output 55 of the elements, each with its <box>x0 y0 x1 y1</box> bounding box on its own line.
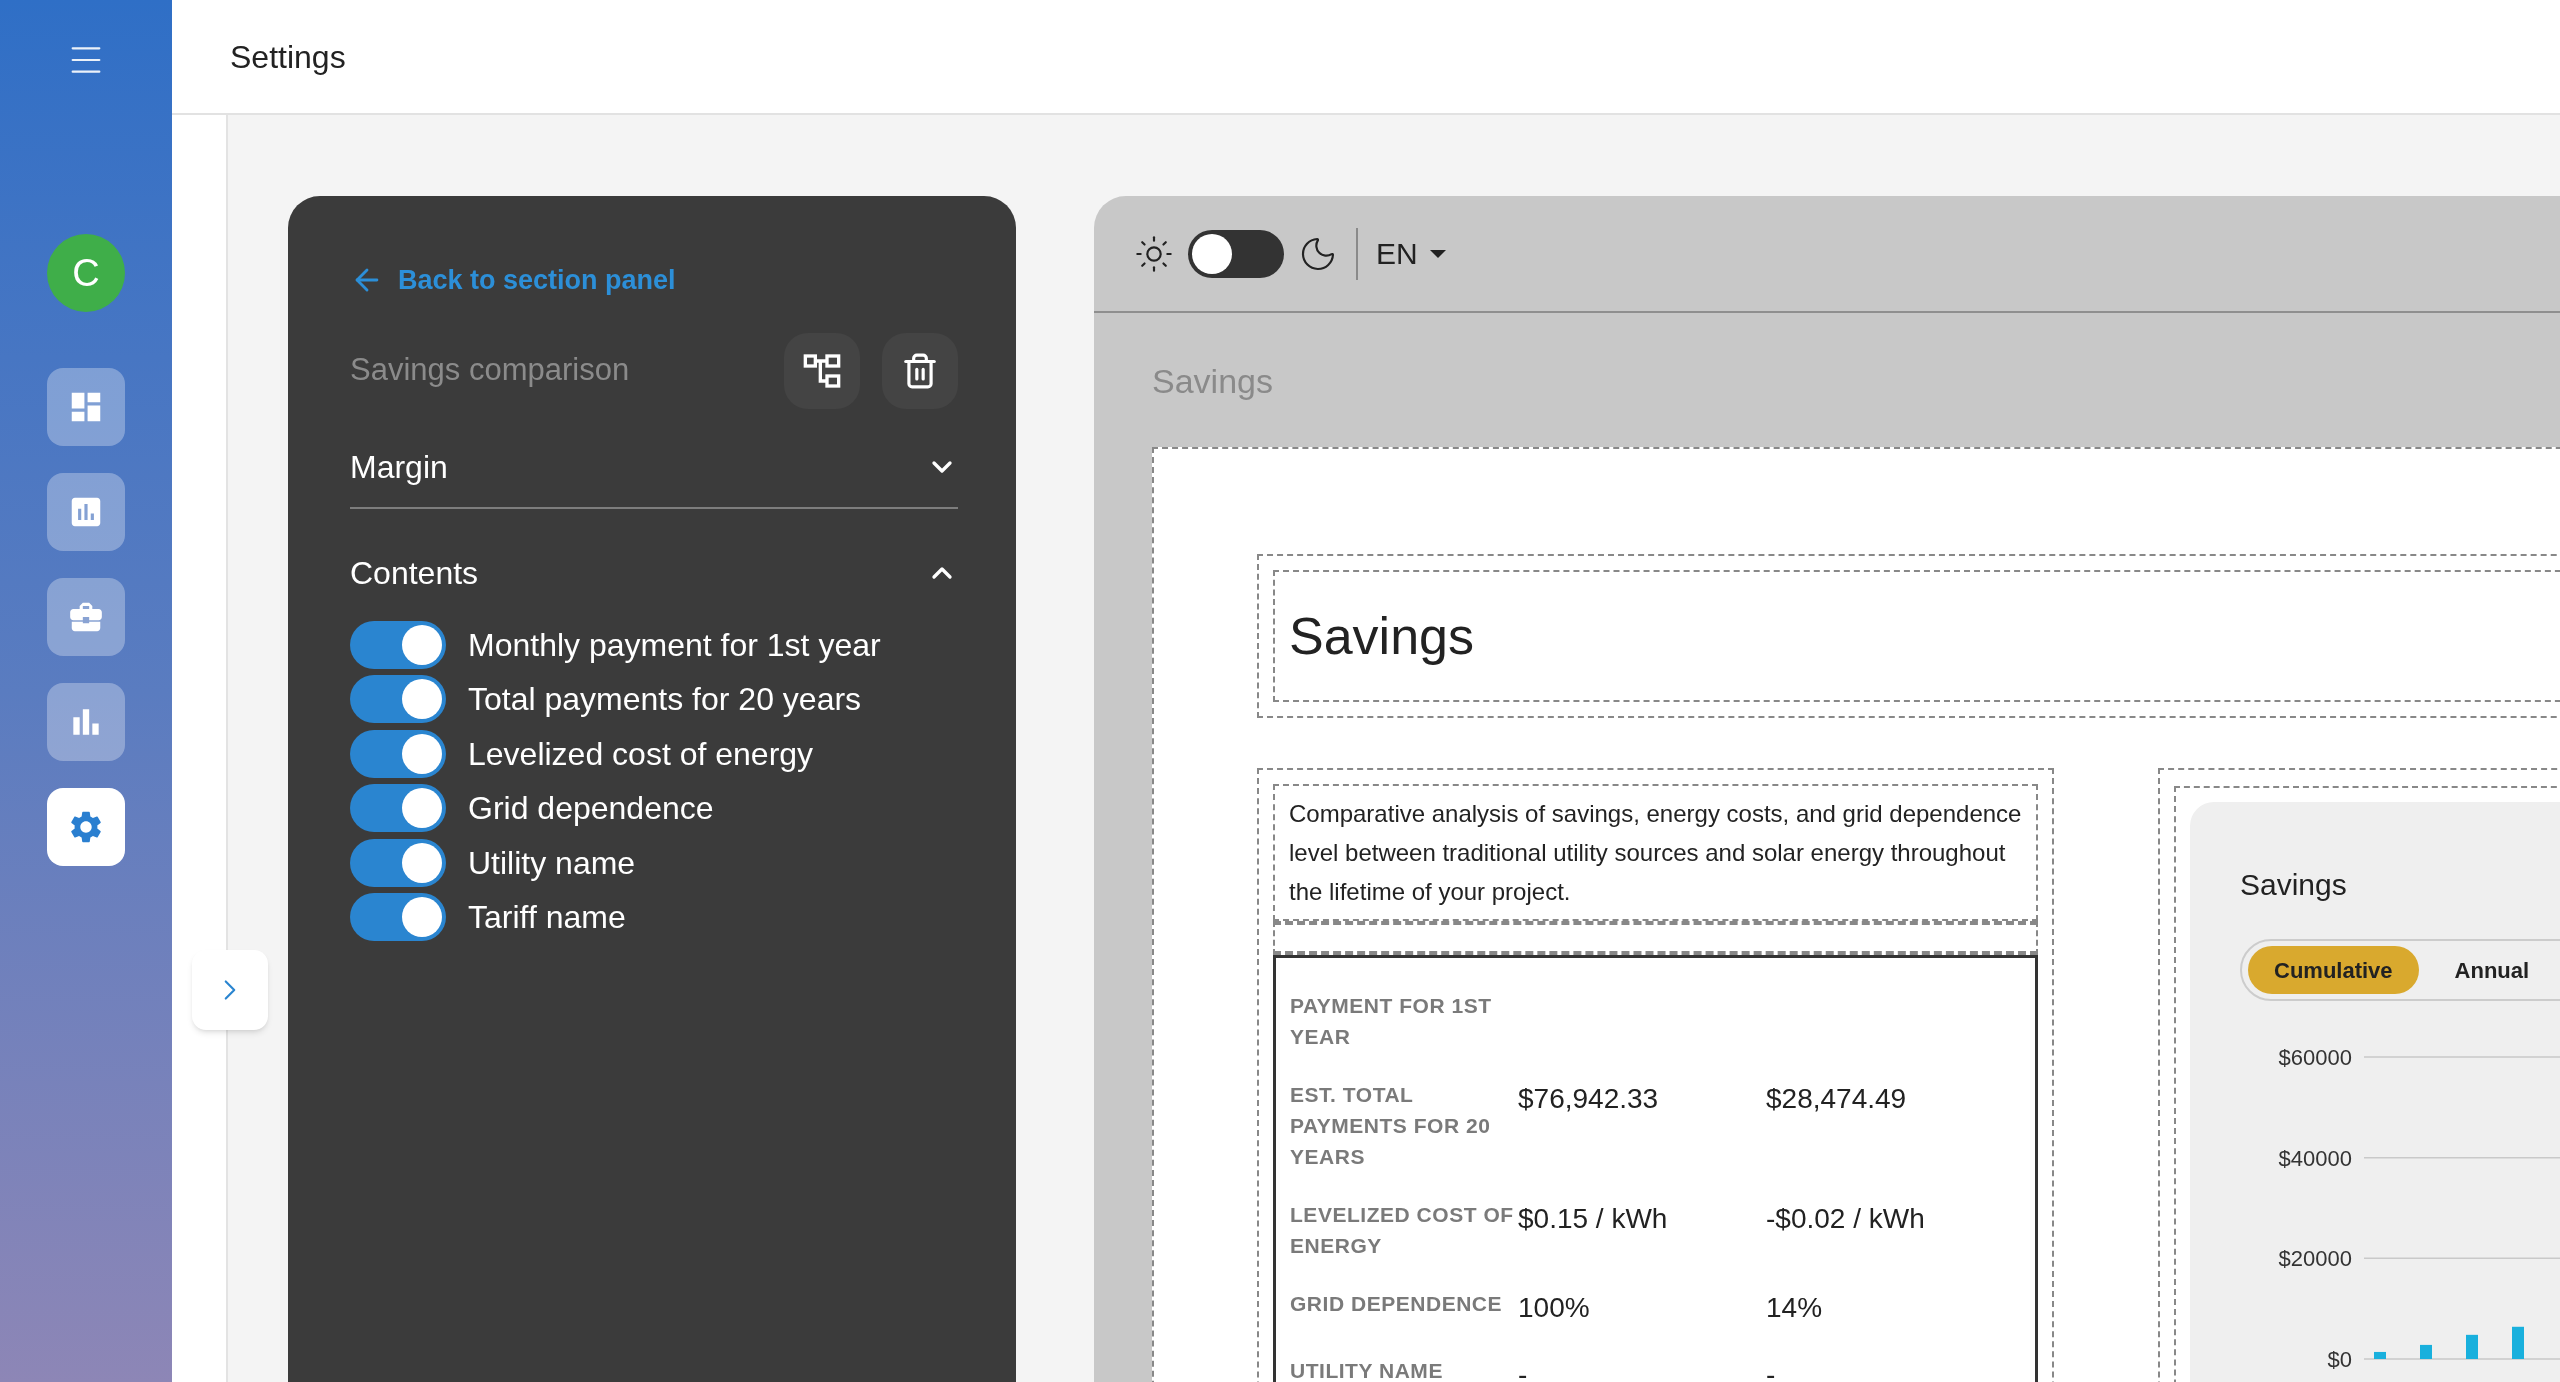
axis-tick-label: $60000 <box>2278 1045 2352 1070</box>
table-cell-text: $0.15 / kWh <box>1518 1202 1669 1236</box>
toggle-switch[interactable] <box>350 838 446 887</box>
nav-item[interactable] <box>47 473 125 551</box>
toggle-switch[interactable] <box>350 729 446 778</box>
table-cell-text: 100% <box>1518 1291 1591 1325</box>
axis-tick-label: $0 <box>2327 1347 2352 1372</box>
row-label: LEVELIZED COST OF ENERGY <box>1290 1202 1515 1259</box>
row-label: GRID DEPENDENCE <box>1290 1291 1504 1317</box>
table-cell-text: $76,942.33 <box>1518 1082 1660 1116</box>
table-cell-text: - <box>1518 1358 1529 1382</box>
nav-item[interactable] <box>47 788 125 866</box>
theme-toggle[interactable] <box>1188 229 1284 278</box>
sun-icon <box>1134 233 1174 274</box>
section-name: Savings comparison <box>350 351 631 390</box>
toggle-label: Tariff name <box>468 898 626 938</box>
table-cell-text: 14% <box>1766 1291 1824 1325</box>
toggle-label: Monthly payment for 1st year <box>468 625 881 665</box>
section-label: Savings <box>1151 361 1274 401</box>
page-title: Savings <box>1289 606 1474 667</box>
view-tab[interactable]: Annual <box>2428 946 2556 994</box>
table-cell-text: - <box>1766 1358 1777 1382</box>
toggle-label: Levelized cost of energy <box>468 734 814 774</box>
toggle-switch[interactable] <box>350 675 446 724</box>
nav-item[interactable] <box>47 578 125 656</box>
toggle-label: Grid dependence <box>468 789 714 829</box>
table-cell-text: -$0.02 / kWh <box>1766 1202 1926 1236</box>
axis-tick-label: $40000 <box>2278 1145 2352 1171</box>
nav-item[interactable] <box>47 368 125 446</box>
toggle-label: Total payments for 20 years <box>468 680 862 720</box>
language-dropdown[interactable]: EN <box>1376 231 1446 276</box>
axis-tick-label: $20000 <box>2278 1246 2352 1272</box>
accordion-header[interactable]: Contents <box>350 532 958 613</box>
row-label: EST. TOTAL PAYMENTS FOR 20 YEARS <box>1290 1082 1492 1170</box>
toggle-label: Utility name <box>468 843 636 883</box>
chart-bar <box>2466 1334 2478 1359</box>
view-tab[interactable]: Cumulative <box>2248 946 2419 994</box>
chart-bar <box>2420 1344 2432 1359</box>
accordion-header[interactable]: Margin <box>350 426 958 507</box>
chart-bar <box>2374 1351 2386 1359</box>
hierarchy-button[interactable] <box>784 332 860 409</box>
caret-icon <box>1429 249 1446 258</box>
chart-title: Savings <box>2240 867 2348 903</box>
toggle-switch[interactable] <box>350 620 446 669</box>
page-heading: Settings <box>230 37 346 77</box>
chart-bar <box>2512 1326 2524 1359</box>
trash-icon <box>901 351 939 390</box>
toggle-switch[interactable] <box>350 784 446 833</box>
row-label: UTILITY NAME <box>1290 1358 1444 1382</box>
row-label: PAYMENT FOR 1ST YEAR <box>1290 993 1493 1050</box>
toggle-switch[interactable] <box>350 893 446 942</box>
delete-button[interactable] <box>882 332 958 409</box>
nav-item[interactable] <box>47 683 125 761</box>
table-cell-text: $28,474.49 <box>1766 1082 1908 1116</box>
description-text: Comparative analysis of savings, energy costs, and grid dependence level between traditional utility sources and solar energy throughout the lifetime of your project. <box>1289 799 2022 907</box>
